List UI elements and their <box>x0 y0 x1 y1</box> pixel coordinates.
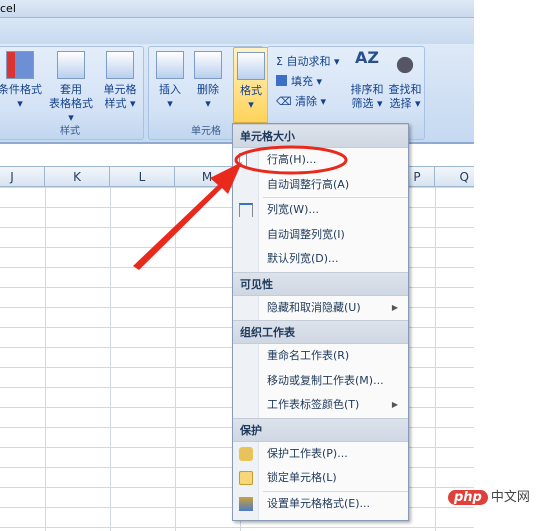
red-arrow-icon <box>133 162 242 270</box>
watermark-text: 中文网 <box>490 490 530 505</box>
annotation-overlay <box>133 145 348 270</box>
highlight-ellipse <box>234 145 348 175</box>
watermark: php 中文网 <box>448 486 530 505</box>
watermark-logo: php <box>448 490 488 505</box>
